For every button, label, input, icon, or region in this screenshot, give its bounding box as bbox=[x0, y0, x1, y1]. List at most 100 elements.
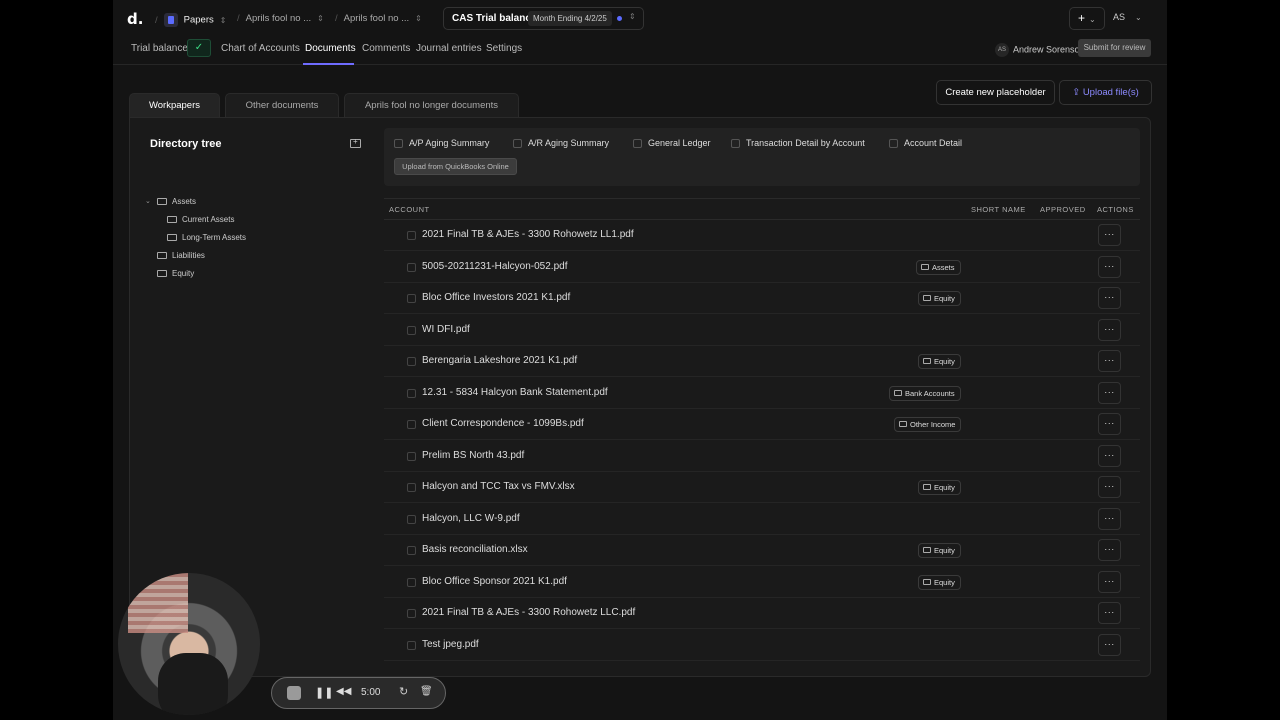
checkbox[interactable] bbox=[731, 139, 740, 149]
tab-comments[interactable]: Comments bbox=[362, 43, 410, 54]
short-name-tag[interactable]: Equity bbox=[918, 480, 961, 495]
upload-quickbooks-button[interactable]: Upload from QuickBooks Online bbox=[394, 158, 517, 175]
tree-item-long-term-assets[interactable]: Long-Term Assets bbox=[167, 233, 246, 242]
short-name-tag[interactable]: Assets bbox=[916, 259, 961, 275]
more-actions-button[interactable]: ··· bbox=[1098, 318, 1121, 341]
table-row[interactable]: 2021 Final TB & AJEs - 3300 Rohowetz LL1… bbox=[384, 220, 1140, 251]
table-row[interactable]: Client Correspondence - 1099Bs.pdf Other … bbox=[384, 409, 1140, 440]
more-actions-button[interactable]: ··· bbox=[1098, 602, 1121, 624]
table-row[interactable]: Halcyon, LLC W-9.pdf ··· bbox=[384, 504, 1140, 535]
app-logo[interactable]: d. bbox=[127, 10, 143, 28]
more-actions-button[interactable]: ··· bbox=[1098, 539, 1121, 561]
create-placeholder-button[interactable]: Create new placeholder bbox=[936, 80, 1055, 105]
rewind-icon[interactable]: ◀◀ bbox=[336, 686, 351, 697]
document-name[interactable]: Prelim BS North 43.pdf bbox=[422, 450, 524, 461]
row-checkbox[interactable] bbox=[407, 388, 416, 398]
tab-settings[interactable]: Settings bbox=[486, 43, 522, 54]
document-name[interactable]: 2021 Final TB & AJEs - 3300 Rohowetz LLC… bbox=[422, 607, 635, 618]
restart-icon[interactable]: ↻ bbox=[399, 685, 408, 698]
tree-item-current-assets[interactable]: Current Assets bbox=[167, 215, 234, 224]
checkbox[interactable] bbox=[633, 139, 642, 149]
more-actions-button[interactable]: ··· bbox=[1098, 507, 1121, 530]
report-ap-aging[interactable]: A/P Aging Summary bbox=[394, 138, 489, 149]
workspace-switcher[interactable]: / Papers ⇕ bbox=[155, 13, 226, 27]
row-checkbox[interactable] bbox=[407, 577, 416, 587]
more-actions-button[interactable]: ··· bbox=[1098, 633, 1121, 656]
breadcrumb-client-1[interactable]: / Aprils fool no ... ⇕ bbox=[237, 13, 324, 24]
table-row[interactable]: Bloc Office Sponsor 2021 K1.pdf Equity ··· bbox=[384, 567, 1140, 598]
document-name[interactable]: 2021 Final TB & AJEs - 3300 Rohowetz LL1… bbox=[422, 229, 634, 240]
upload-files-button[interactable]: ⇪ Upload file(s) bbox=[1059, 80, 1152, 105]
document-name[interactable]: Client Correspondence - 1099Bs.pdf bbox=[422, 418, 584, 429]
row-checkbox[interactable] bbox=[407, 357, 416, 366]
row-checkbox[interactable] bbox=[407, 451, 416, 461]
row-checkbox[interactable] bbox=[407, 640, 416, 650]
more-actions-button[interactable]: ··· bbox=[1098, 224, 1121, 246]
add-folder-icon[interactable] bbox=[350, 137, 361, 148]
more-actions-button[interactable]: ··· bbox=[1098, 444, 1121, 467]
document-name[interactable]: 5005-20211231-Halcyon-052.pdf bbox=[422, 261, 567, 272]
short-name-tag[interactable]: Bank Accounts bbox=[889, 385, 961, 401]
row-checkbox[interactable] bbox=[407, 546, 416, 555]
row-checkbox[interactable] bbox=[407, 609, 416, 618]
tab-workpapers[interactable]: Workpapers bbox=[129, 93, 220, 117]
breadcrumb-client-2[interactable]: / Aprils fool no ... ⇕ bbox=[335, 13, 422, 24]
tree-item-assets[interactable]: Assets bbox=[157, 197, 196, 206]
tab-trial-balance[interactable]: Trial balance bbox=[131, 43, 188, 54]
tab-aprils-fool-documents[interactable]: Aprils fool no longer documents bbox=[344, 93, 519, 117]
short-name-tag[interactable]: Other Income bbox=[894, 417, 962, 432]
document-name[interactable]: Berengaria Lakeshore 2021 K1.pdf bbox=[422, 355, 577, 366]
row-checkbox[interactable] bbox=[407, 294, 416, 303]
table-row[interactable]: Bloc Office Investors 2021 K1.pdf Equity ·… bbox=[384, 283, 1140, 314]
document-name[interactable]: Bloc Office Sponsor 2021 K1.pdf bbox=[422, 576, 567, 587]
short-name-tag[interactable]: Equity bbox=[918, 574, 961, 590]
table-row[interactable]: 5005-20211231-Halcyon-052.pdf Assets ··· bbox=[384, 252, 1140, 283]
checkbox[interactable] bbox=[889, 139, 898, 149]
row-checkbox[interactable] bbox=[407, 483, 416, 492]
more-actions-button[interactable]: ··· bbox=[1098, 476, 1121, 498]
column-short-name[interactable]: SHORT NAME bbox=[971, 205, 1026, 214]
more-actions-button[interactable]: ··· bbox=[1098, 350, 1121, 372]
report-ar-aging[interactable]: A/R Aging Summary bbox=[513, 138, 609, 149]
short-name-tag[interactable]: Equity bbox=[918, 354, 961, 369]
add-button[interactable]: + ⌄ bbox=[1069, 7, 1105, 30]
short-name-tag[interactable]: Equity bbox=[918, 291, 961, 306]
row-checkbox[interactable] bbox=[407, 325, 416, 335]
row-checkbox[interactable] bbox=[407, 231, 416, 240]
checkmark-icon[interactable]: ✓ bbox=[187, 39, 211, 57]
period-selector[interactable]: CAS Trial balance Month Ending 4/2/25 ⇕ bbox=[443, 7, 644, 30]
document-name[interactable]: Halcyon, LLC W-9.pdf bbox=[422, 513, 520, 524]
report-account-detail[interactable]: Account Detail bbox=[889, 138, 962, 149]
table-row[interactable]: Test jpeg.pdf ··· bbox=[384, 630, 1140, 661]
chevron-down-icon[interactable]: ⌄ bbox=[145, 197, 151, 205]
checkbox[interactable] bbox=[513, 139, 522, 149]
report-transaction-detail[interactable]: Transaction Detail by Account bbox=[731, 138, 865, 149]
row-checkbox[interactable] bbox=[407, 514, 416, 524]
document-name[interactable]: Halcyon and TCC Tax vs FMV.xlsx bbox=[422, 481, 575, 492]
tab-chart-of-accounts[interactable]: Chart of Accounts bbox=[221, 43, 300, 54]
document-name[interactable]: Basis reconciliation.xlsx bbox=[422, 544, 528, 555]
submit-for-review-button[interactable]: Submit for review bbox=[1078, 39, 1151, 57]
report-general-ledger[interactable]: General Ledger bbox=[633, 138, 711, 149]
tab-other-documents[interactable]: Other documents bbox=[225, 93, 339, 117]
table-row[interactable]: Halcyon and TCC Tax vs FMV.xlsx Equity ··· bbox=[384, 472, 1140, 503]
table-row[interactable]: Prelim BS North 43.pdf ··· bbox=[384, 441, 1140, 472]
row-checkbox[interactable] bbox=[407, 262, 416, 272]
tab-journal-entries[interactable]: Journal entries bbox=[416, 43, 482, 54]
table-row[interactable]: WI DFI.pdf ··· bbox=[384, 315, 1140, 346]
document-name[interactable]: Bloc Office Investors 2021 K1.pdf bbox=[422, 292, 570, 303]
table-row[interactable]: Basis reconciliation.xlsx Equity ··· bbox=[384, 535, 1140, 566]
stop-icon[interactable] bbox=[287, 686, 301, 700]
more-actions-button[interactable]: ··· bbox=[1098, 287, 1121, 309]
table-row[interactable]: 2021 Final TB & AJEs - 3300 Rohowetz LLC… bbox=[384, 598, 1140, 629]
more-actions-button[interactable]: ··· bbox=[1098, 381, 1121, 404]
more-actions-button[interactable]: ··· bbox=[1098, 255, 1121, 278]
column-approved[interactable]: APPROVED bbox=[1040, 205, 1086, 214]
tree-item-equity[interactable]: Equity bbox=[157, 269, 194, 278]
tree-item-liabilities[interactable]: Liabilities bbox=[157, 251, 205, 260]
document-name[interactable]: Test jpeg.pdf bbox=[422, 639, 479, 650]
table-row[interactable]: Berengaria Lakeshore 2021 K1.pdf Equity ··… bbox=[384, 346, 1140, 377]
short-name-tag[interactable]: Equity bbox=[918, 543, 961, 558]
document-name[interactable]: WI DFI.pdf bbox=[422, 324, 470, 335]
user-menu[interactable]: AS ⌄ bbox=[1113, 12, 1142, 22]
